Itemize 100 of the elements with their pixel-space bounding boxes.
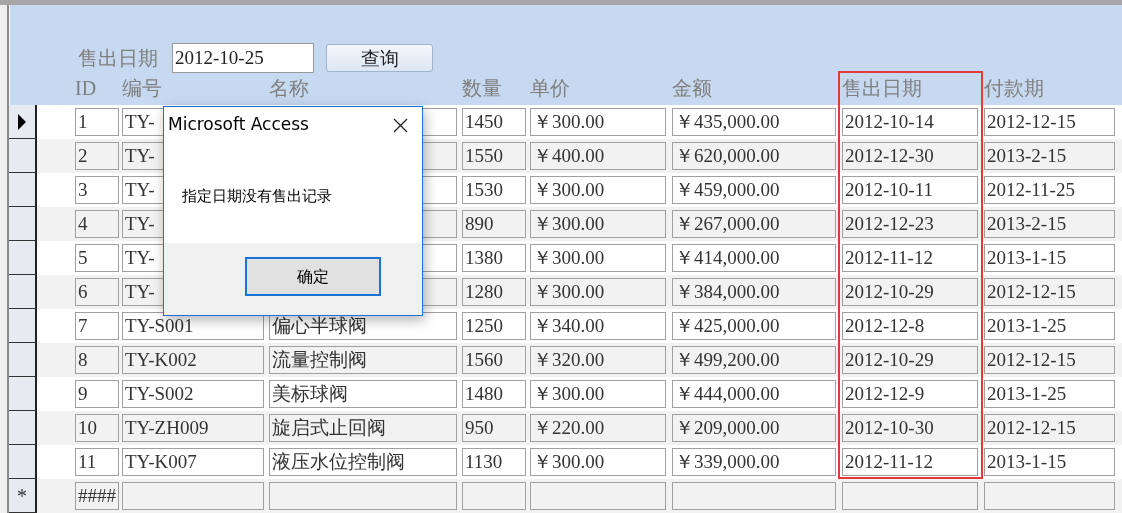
table-cell: 1280 xyxy=(462,278,526,306)
column-header: 数量 xyxy=(462,76,503,101)
table-cell: 2012-12-8 xyxy=(842,312,978,340)
table-cell: 10 xyxy=(75,414,119,442)
table-cell: ￥300.00 xyxy=(530,108,666,136)
query-button[interactable]: 查询 xyxy=(326,44,433,72)
table-cell: ￥300.00 xyxy=(530,380,666,408)
table-cell: 2012-12-30 xyxy=(842,142,978,170)
column-header: 金额 xyxy=(672,76,713,101)
ok-button[interactable]: 确定 xyxy=(245,257,381,296)
table-cell: TY-ZH009 xyxy=(122,414,264,442)
record-selector[interactable] xyxy=(9,173,37,207)
table-cell: ￥300.00 xyxy=(530,176,666,204)
record-selector[interactable] xyxy=(9,411,37,445)
record-selector[interactable] xyxy=(9,139,37,173)
table-cell: 1250 xyxy=(462,312,526,340)
table-cell: ￥300.00 xyxy=(530,278,666,306)
table-cell: 2013-1-25 xyxy=(984,380,1115,408)
record-selector[interactable] xyxy=(9,343,37,377)
table-cell: 液压水位控制阀 xyxy=(269,448,457,476)
table-cell: 1450 xyxy=(462,108,526,136)
table-cell: 2 xyxy=(75,142,119,170)
table-cell: 2012-11-25 xyxy=(984,176,1115,204)
table-cell: 2013-1-25 xyxy=(984,312,1115,340)
table-cell: 7 xyxy=(75,312,119,340)
table-cell: 2013-1-15 xyxy=(984,448,1115,476)
record-selector[interactable] xyxy=(9,445,37,479)
column-header: 付款期 xyxy=(984,76,1045,101)
table-cell: ￥620,000.00 xyxy=(672,142,836,170)
record-selector[interactable] xyxy=(9,377,37,411)
table-cell: TY-K007 xyxy=(122,448,264,476)
table-cell: TY-S001 xyxy=(122,312,264,340)
table-cell: 2012-12-15 xyxy=(984,346,1115,374)
filter-label: 售出日期 xyxy=(78,46,158,71)
column-header: 售出日期 xyxy=(842,76,923,101)
table-cell: 2012-10-29 xyxy=(842,278,978,306)
table-cell: 2013-2-15 xyxy=(984,210,1115,238)
table-cell: TY-K002 xyxy=(122,346,264,374)
table-cell: ￥339,000.00 xyxy=(672,448,836,476)
table-cell: ￥459,000.00 xyxy=(672,176,836,204)
table-cell: ￥425,000.00 xyxy=(672,312,836,340)
table-cell: 890 xyxy=(462,210,526,238)
table-cell: ￥209,000.00 xyxy=(672,414,836,442)
table-cell: ￥444,000.00 xyxy=(672,380,836,408)
table-cell: 1530 xyxy=(462,176,526,204)
table-cell: 2012-12-23 xyxy=(842,210,978,238)
table-cell: 6 xyxy=(75,278,119,306)
table-cell: ￥267,000.00 xyxy=(672,210,836,238)
table-cell: 2012-12-15 xyxy=(984,108,1115,136)
table-cell: 2013-2-15 xyxy=(984,142,1115,170)
table-cell: 4 xyxy=(75,210,119,238)
table-cell: ￥320.00 xyxy=(530,346,666,374)
table-cell: 1130 xyxy=(462,448,526,476)
column-header: 名称 xyxy=(269,76,310,101)
table-cell: 2012-10-11 xyxy=(842,176,978,204)
table-cell: 5 xyxy=(75,244,119,272)
table-cell: 1480 xyxy=(462,380,526,408)
table-cell: 11 xyxy=(75,448,119,476)
new-record-selector[interactable]: * xyxy=(9,479,37,513)
table-cell: 旋启式止回阀 xyxy=(269,414,457,442)
table-cell: 流量控制阀 xyxy=(269,346,457,374)
date-input-field[interactable]: 2012-10-25 xyxy=(172,43,314,73)
table-cell: 1 xyxy=(75,108,119,136)
table-cell: 2012-12-9 xyxy=(842,380,978,408)
table-cell: 950 xyxy=(462,414,526,442)
table-cell: 2012-10-29 xyxy=(842,346,978,374)
table-cell: 2012-11-12 xyxy=(842,448,978,476)
record-selector[interactable] xyxy=(9,309,37,343)
table-cell: ￥340.00 xyxy=(530,312,666,340)
table-cell: ￥499,200.00 xyxy=(672,346,836,374)
column-header: 编号 xyxy=(122,76,163,101)
close-icon[interactable] xyxy=(393,117,408,133)
empty-cell xyxy=(462,482,526,510)
table-cell: ￥300.00 xyxy=(530,244,666,272)
table-cell: 2013-1-15 xyxy=(984,244,1115,272)
table-cell: ￥384,000.00 xyxy=(672,278,836,306)
record-selector[interactable] xyxy=(9,207,37,241)
table-cell: 3 xyxy=(75,176,119,204)
table-cell: 2012-11-12 xyxy=(842,244,978,272)
table-cell: ￥300.00 xyxy=(530,448,666,476)
table-cell: #### xyxy=(75,482,119,510)
table-cell: 1560 xyxy=(462,346,526,374)
table-cell: 美标球阀 xyxy=(269,380,457,408)
table-cell: 2012-12-15 xyxy=(984,414,1115,442)
table-cell: 9 xyxy=(75,380,119,408)
table-cell: TY-S002 xyxy=(122,380,264,408)
table-cell: ￥220.00 xyxy=(530,414,666,442)
table-cell: 2012-12-15 xyxy=(984,278,1115,306)
table-cell: ￥435,000.00 xyxy=(672,108,836,136)
table-cell: 8 xyxy=(75,346,119,374)
column-header: 单价 xyxy=(530,76,571,101)
table-cell: ￥400.00 xyxy=(530,142,666,170)
table-cell: ￥300.00 xyxy=(530,210,666,238)
record-selector[interactable] xyxy=(9,105,37,139)
record-selector[interactable] xyxy=(9,275,37,309)
column-header: ID xyxy=(75,76,98,101)
table-cell: 1380 xyxy=(462,244,526,272)
table-cell: 2012-10-14 xyxy=(842,108,978,136)
table-cell: 2012-10-30 xyxy=(842,414,978,442)
record-selector[interactable] xyxy=(9,241,37,275)
